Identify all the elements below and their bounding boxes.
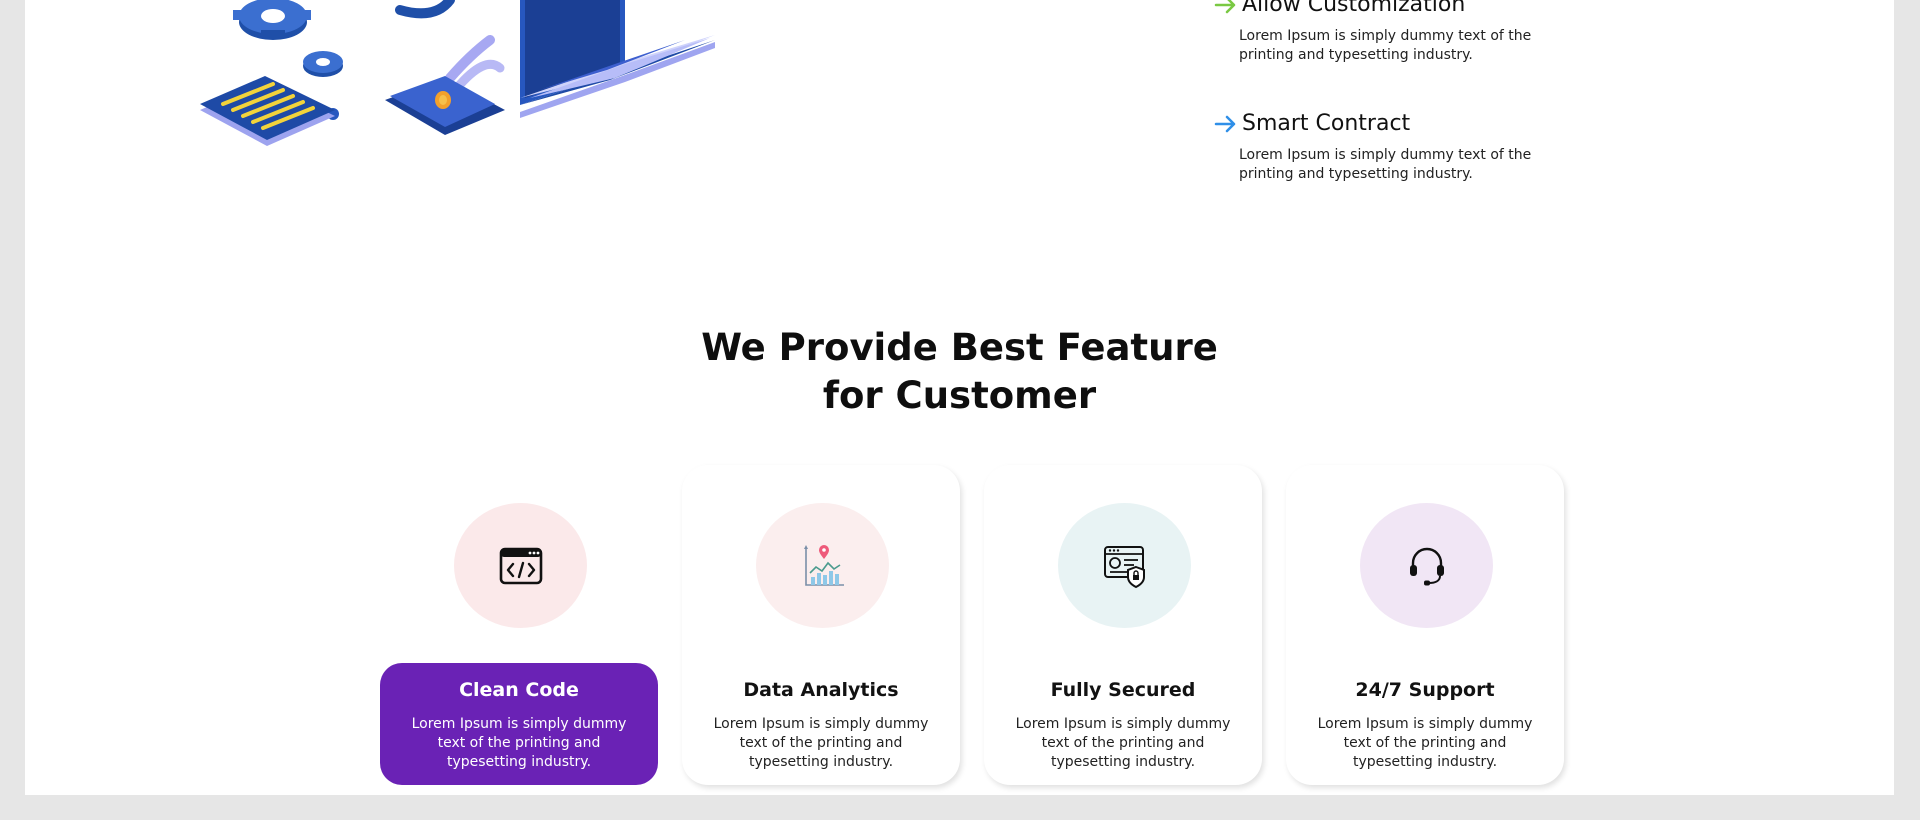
- card-fully-secured[interactable]: Fully Secured Lorem Ipsum is simply dumm…: [984, 465, 1262, 785]
- card-desc: Lorem Ipsum is simply dummy text of the …: [713, 716, 929, 770]
- laptop-icon: [520, 0, 715, 118]
- document-icon: [200, 76, 335, 146]
- card-desc: Lorem Ipsum is simply dummy text of the …: [1317, 716, 1533, 770]
- card-icon-circle: [1058, 503, 1191, 628]
- code-window-icon: [499, 547, 542, 584]
- card-desc: Lorem Ipsum is simply dummy text of the …: [1015, 716, 1231, 770]
- card-title: 24/7 Support: [1355, 679, 1495, 701]
- feature-desc: Lorem Ipsum is simply dummy text of the …: [1239, 147, 1532, 182]
- feature-cards: Clean Code Lorem Ipsum is simply dummy t…: [380, 465, 1610, 785]
- card-support[interactable]: 24/7 Support Lorem Ipsum is simply dummy…: [1286, 465, 1564, 785]
- card-icon-circle: [756, 503, 889, 628]
- tech-illustration: [200, 0, 715, 146]
- small-gear-icon: [303, 51, 343, 77]
- card-data-analytics[interactable]: Data Analytics Lorem Ipsum is simply dum…: [682, 465, 960, 785]
- card-icon-circle: [1360, 503, 1493, 628]
- wifi-signal-icon: [395, 0, 505, 93]
- feature-title-text: Allow Customization: [1242, 0, 1466, 17]
- page: Allow Customization Lorem Ipsum is simpl…: [25, 0, 1894, 795]
- secure-profile-icon: [1103, 545, 1145, 588]
- arrow-right-green-icon: [1214, 0, 1236, 13]
- feature-item-smart-contract: Smart Contract Lorem Ipsum is simply dum…: [1214, 111, 1534, 184]
- arrow-right-blue-icon: [1214, 115, 1236, 132]
- gear-icon: [233, 0, 311, 40]
- analytics-chart-icon: [803, 544, 844, 586]
- feature-title: Allow Customization: [1214, 0, 1534, 17]
- feature-item-allow-customization: Allow Customization Lorem Ipsum is simpl…: [1214, 0, 1534, 65]
- card-icon-circle: [454, 503, 587, 628]
- card-title: Data Analytics: [743, 679, 899, 701]
- card-title: Fully Secured: [1050, 679, 1196, 701]
- feature-desc: Lorem Ipsum is simply dummy text of the …: [1239, 28, 1532, 63]
- feature-title: Smart Contract: [1214, 111, 1534, 136]
- section-title-line1: We Provide Best Feature: [701, 326, 1218, 369]
- card-desc: Lorem Ipsum is simply dummy text of the …: [411, 716, 627, 770]
- feature-title-text: Smart Contract: [1242, 111, 1411, 136]
- section-title: We Provide Best Feature for Customer: [25, 324, 1894, 420]
- headset-icon: [1409, 547, 1444, 585]
- phone-icon: [385, 76, 505, 135]
- card-title: Clean Code: [459, 679, 579, 701]
- section-title-line2: for Customer: [822, 374, 1097, 417]
- card-clean-code[interactable]: Clean Code Lorem Ipsum is simply dummy t…: [380, 465, 658, 785]
